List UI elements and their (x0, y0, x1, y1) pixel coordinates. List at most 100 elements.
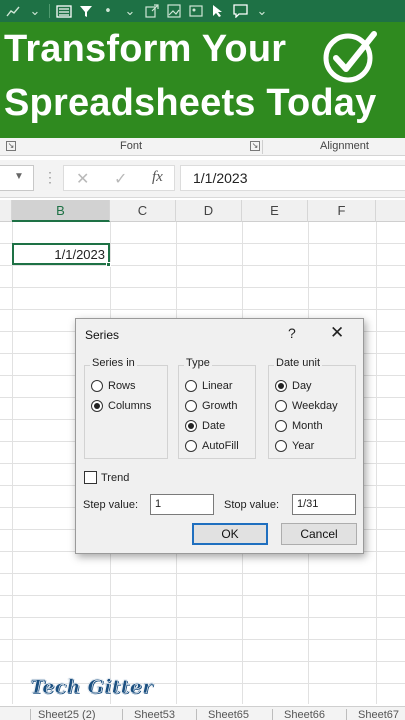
column-header-e[interactable]: E (242, 200, 308, 222)
series-dialog: Series ? ✕ Series in Rows Columns Type L… (75, 318, 364, 554)
trend-checkbox-row[interactable]: Trend (84, 471, 129, 484)
radio-day-label: Day (292, 380, 312, 392)
image-icon[interactable] (163, 0, 185, 22)
grid-line (0, 573, 405, 574)
ribbon-separator (262, 140, 263, 154)
tab-separator (122, 709, 123, 720)
close-icon[interactable]: ✕ (330, 323, 344, 343)
export-icon[interactable] (141, 0, 163, 22)
sheet-tab[interactable]: Sheet65 (208, 709, 249, 720)
column-header-g[interactable] (376, 200, 405, 222)
dialog-launcher-icon[interactable]: ↘ (6, 141, 16, 151)
dropdown-arrow-icon[interactable]: ⌄ (119, 0, 141, 22)
radio-month[interactable]: Month (275, 420, 323, 432)
type-group: Type Linear Growth Date AutoFill (178, 357, 256, 459)
radio-columns-button[interactable] (91, 400, 103, 412)
toolbar-separator (49, 4, 50, 18)
name-box[interactable]: ▼ (0, 165, 34, 191)
chevron-down-icon[interactable]: ▼ (14, 171, 24, 182)
stop-value-input[interactable]: 1/31 (292, 494, 356, 515)
radio-day-button[interactable] (275, 380, 287, 392)
channel-watermark: Tech Gitter (30, 676, 153, 699)
radio-autofill-label: AutoFill (202, 440, 239, 452)
radio-autofill[interactable]: AutoFill (185, 440, 239, 452)
radio-linear-button[interactable] (185, 380, 197, 392)
radio-year[interactable]: Year (275, 440, 314, 452)
radio-rows-button[interactable] (91, 380, 103, 392)
grid-line (0, 661, 405, 662)
dot-icon[interactable]: • (97, 0, 119, 22)
radio-rows-label: Rows (108, 380, 136, 392)
font-dialog-launcher-icon[interactable]: ↘ (250, 141, 260, 151)
radio-year-label: Year (292, 440, 315, 452)
radio-columns-label: Columns (108, 400, 152, 412)
promo-banner: Transform Your Spreadsheets Today (0, 22, 405, 138)
radio-autofill-button[interactable] (185, 440, 197, 452)
comment-icon[interactable] (229, 0, 251, 22)
step-value-input[interactable]: 1 (150, 494, 214, 515)
fill-handle[interactable] (106, 262, 111, 267)
radio-growth-button[interactable] (185, 400, 197, 412)
enter-icon[interactable]: ✓ (114, 169, 127, 189)
column-header-c[interactable]: C (110, 200, 176, 222)
series-in-group: Series in Rows Columns (84, 357, 168, 459)
banner-title-line1: Transform Your (4, 28, 287, 70)
sheet-tab[interactable]: Sheet25 (2) (38, 709, 95, 720)
column-header-f[interactable]: F (308, 200, 376, 222)
tab-separator (196, 709, 197, 720)
dropdown-arrow-icon[interactable]: ⌄ (24, 0, 46, 22)
dialog-title: Series (85, 328, 120, 342)
radio-date-button[interactable] (185, 420, 197, 432)
radio-columns[interactable]: Columns (91, 400, 151, 412)
quick-access-toolbar: ⌄ • ⌄ ⌄ (0, 0, 405, 22)
cancel-button[interactable]: Cancel (281, 523, 357, 545)
radio-weekday[interactable]: Weekday (275, 400, 338, 412)
filter-icon[interactable] (75, 0, 97, 22)
radio-growth[interactable]: Growth (185, 400, 237, 412)
sheet-tab[interactable]: Sheet67 (358, 709, 399, 720)
radio-linear-label: Linear (202, 380, 233, 392)
dropdown-arrow-icon[interactable]: ⌄ (251, 0, 273, 22)
radio-year-button[interactable] (275, 440, 287, 452)
chart-icon[interactable] (2, 0, 24, 22)
sheet-tabs-bar: Sheet25 (2) Sheet53 Sheet65 Sheet66 Shee… (0, 706, 405, 720)
active-cell-b[interactable]: 1/1/2023 (12, 243, 110, 265)
trend-label: Trend (101, 471, 130, 484)
form-icon[interactable] (53, 0, 75, 22)
sheet-tab[interactable]: Sheet53 (134, 709, 175, 720)
row-header-corner[interactable] (0, 200, 12, 222)
date-unit-title: Date unit (274, 357, 323, 369)
tab-separator (30, 709, 31, 720)
type-title: Type (184, 357, 212, 369)
radio-rows[interactable]: Rows (91, 380, 136, 392)
trend-checkbox[interactable] (84, 471, 97, 484)
column-header-d[interactable]: D (176, 200, 242, 222)
radio-linear[interactable]: Linear (185, 380, 233, 392)
grid-line (0, 265, 405, 266)
ribbon-group-labels: ↘ Font ↘ Alignment (0, 138, 405, 156)
grid-line (0, 309, 405, 310)
more-options-icon[interactable]: ⋮ (43, 169, 57, 186)
radio-month-button[interactable] (275, 420, 287, 432)
check-circle-icon (323, 31, 377, 83)
radio-month-label: Month (292, 420, 323, 432)
pointer-icon[interactable] (207, 0, 229, 22)
help-icon[interactable]: ? (288, 325, 296, 341)
series-in-title: Series in (90, 357, 137, 369)
column-header-b[interactable]: B (12, 200, 110, 222)
date-unit-group: Date unit Day Weekday Month Year (268, 357, 356, 459)
sheet-tab[interactable]: Sheet66 (284, 709, 325, 720)
ribbon-group-alignment: Alignment (320, 140, 369, 152)
radio-day[interactable]: Day (275, 380, 312, 392)
grid-line (0, 639, 405, 640)
grid-line (0, 617, 405, 618)
ok-button[interactable]: OK (192, 523, 268, 545)
radio-date[interactable]: Date (185, 420, 225, 432)
picture-icon[interactable] (185, 0, 207, 22)
insert-function-icon[interactable]: fx (152, 169, 163, 186)
step-value-label: Step value: (83, 499, 139, 511)
cancel-icon[interactable]: ✕ (76, 169, 89, 189)
ribbon-group-font: Font (120, 140, 143, 152)
radio-weekday-button[interactable] (275, 400, 287, 412)
formula-input[interactable]: 1/1/2023 (180, 165, 405, 191)
